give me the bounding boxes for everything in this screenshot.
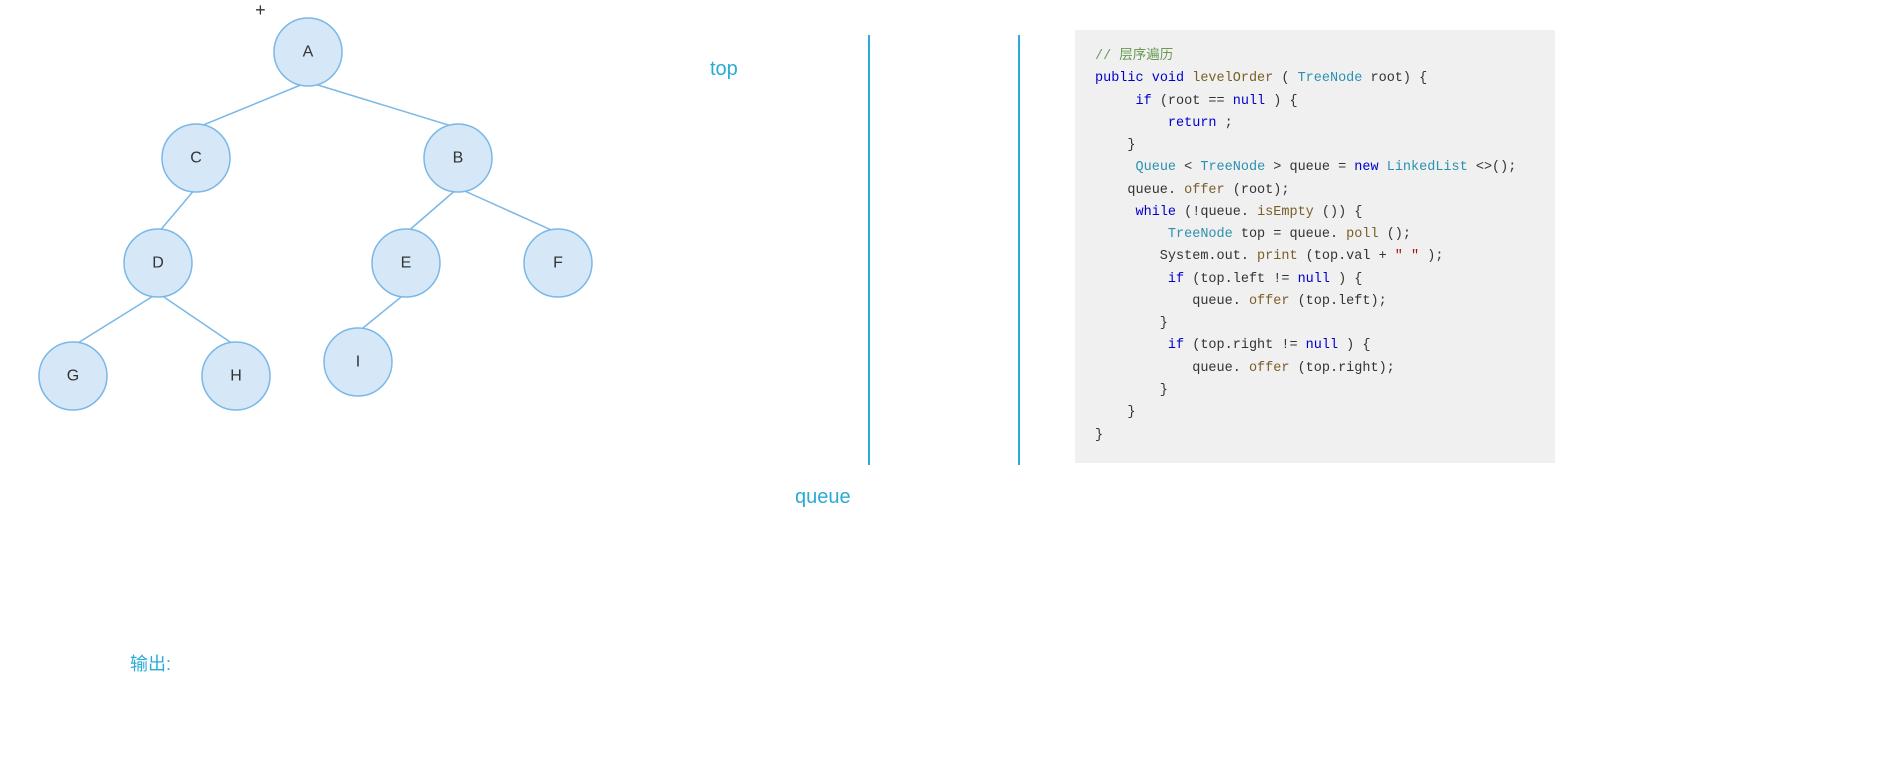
- node-B: B: [453, 150, 464, 167]
- code-line-16: }: [1095, 402, 1535, 424]
- code-line-1: public void levelOrder ( TreeNode root) …: [1095, 68, 1535, 90]
- code-line-5: Queue < TreeNode > queue = new LinkedLis…: [1095, 157, 1535, 179]
- queue-bottom-label: queue: [795, 486, 851, 509]
- code-line-12: }: [1095, 313, 1535, 335]
- node-I: I: [356, 354, 360, 371]
- node-A: A: [303, 44, 314, 61]
- code-line-2: if (root == null ) {: [1095, 91, 1535, 113]
- code-line-10: if (top.left != null ) {: [1095, 269, 1535, 291]
- node-E: E: [401, 255, 412, 272]
- code-line-11: queue. offer (top.left);: [1095, 291, 1535, 313]
- code-line-3: return ;: [1095, 113, 1535, 135]
- tree-svg: A C B D E F G H I: [0, 0, 700, 530]
- code-line-4: }: [1095, 135, 1535, 157]
- node-G: G: [67, 368, 79, 385]
- code-line-14: queue. offer (top.right);: [1095, 358, 1535, 380]
- code-line-6: queue. offer (root);: [1095, 180, 1535, 202]
- code-area: // 层序遍历 public void levelOrder ( TreeNod…: [1075, 30, 1555, 463]
- code-line-9: System.out. print (top.val + " " );: [1095, 246, 1535, 268]
- queue-top-label: top: [710, 58, 738, 81]
- queue-left-border: [868, 35, 870, 465]
- code-line-15: }: [1095, 380, 1535, 402]
- code-comment: // 层序遍历: [1095, 46, 1535, 68]
- code-line-8: TreeNode top = queue. poll ();: [1095, 224, 1535, 246]
- queue-area: top queue: [650, 0, 1030, 550]
- tree-area: A C B D E F G H I: [0, 0, 700, 766]
- code-line-13: if (top.right != null ) {: [1095, 335, 1535, 357]
- output-label: 输出:: [130, 650, 171, 676]
- node-D: D: [152, 255, 164, 272]
- queue-right-border: [1018, 35, 1020, 465]
- node-F: F: [553, 255, 563, 272]
- node-H: H: [230, 368, 242, 385]
- code-line-17: }: [1095, 425, 1535, 447]
- code-line-7: while (!queue. isEmpty ()) {: [1095, 202, 1535, 224]
- node-C: C: [190, 150, 202, 167]
